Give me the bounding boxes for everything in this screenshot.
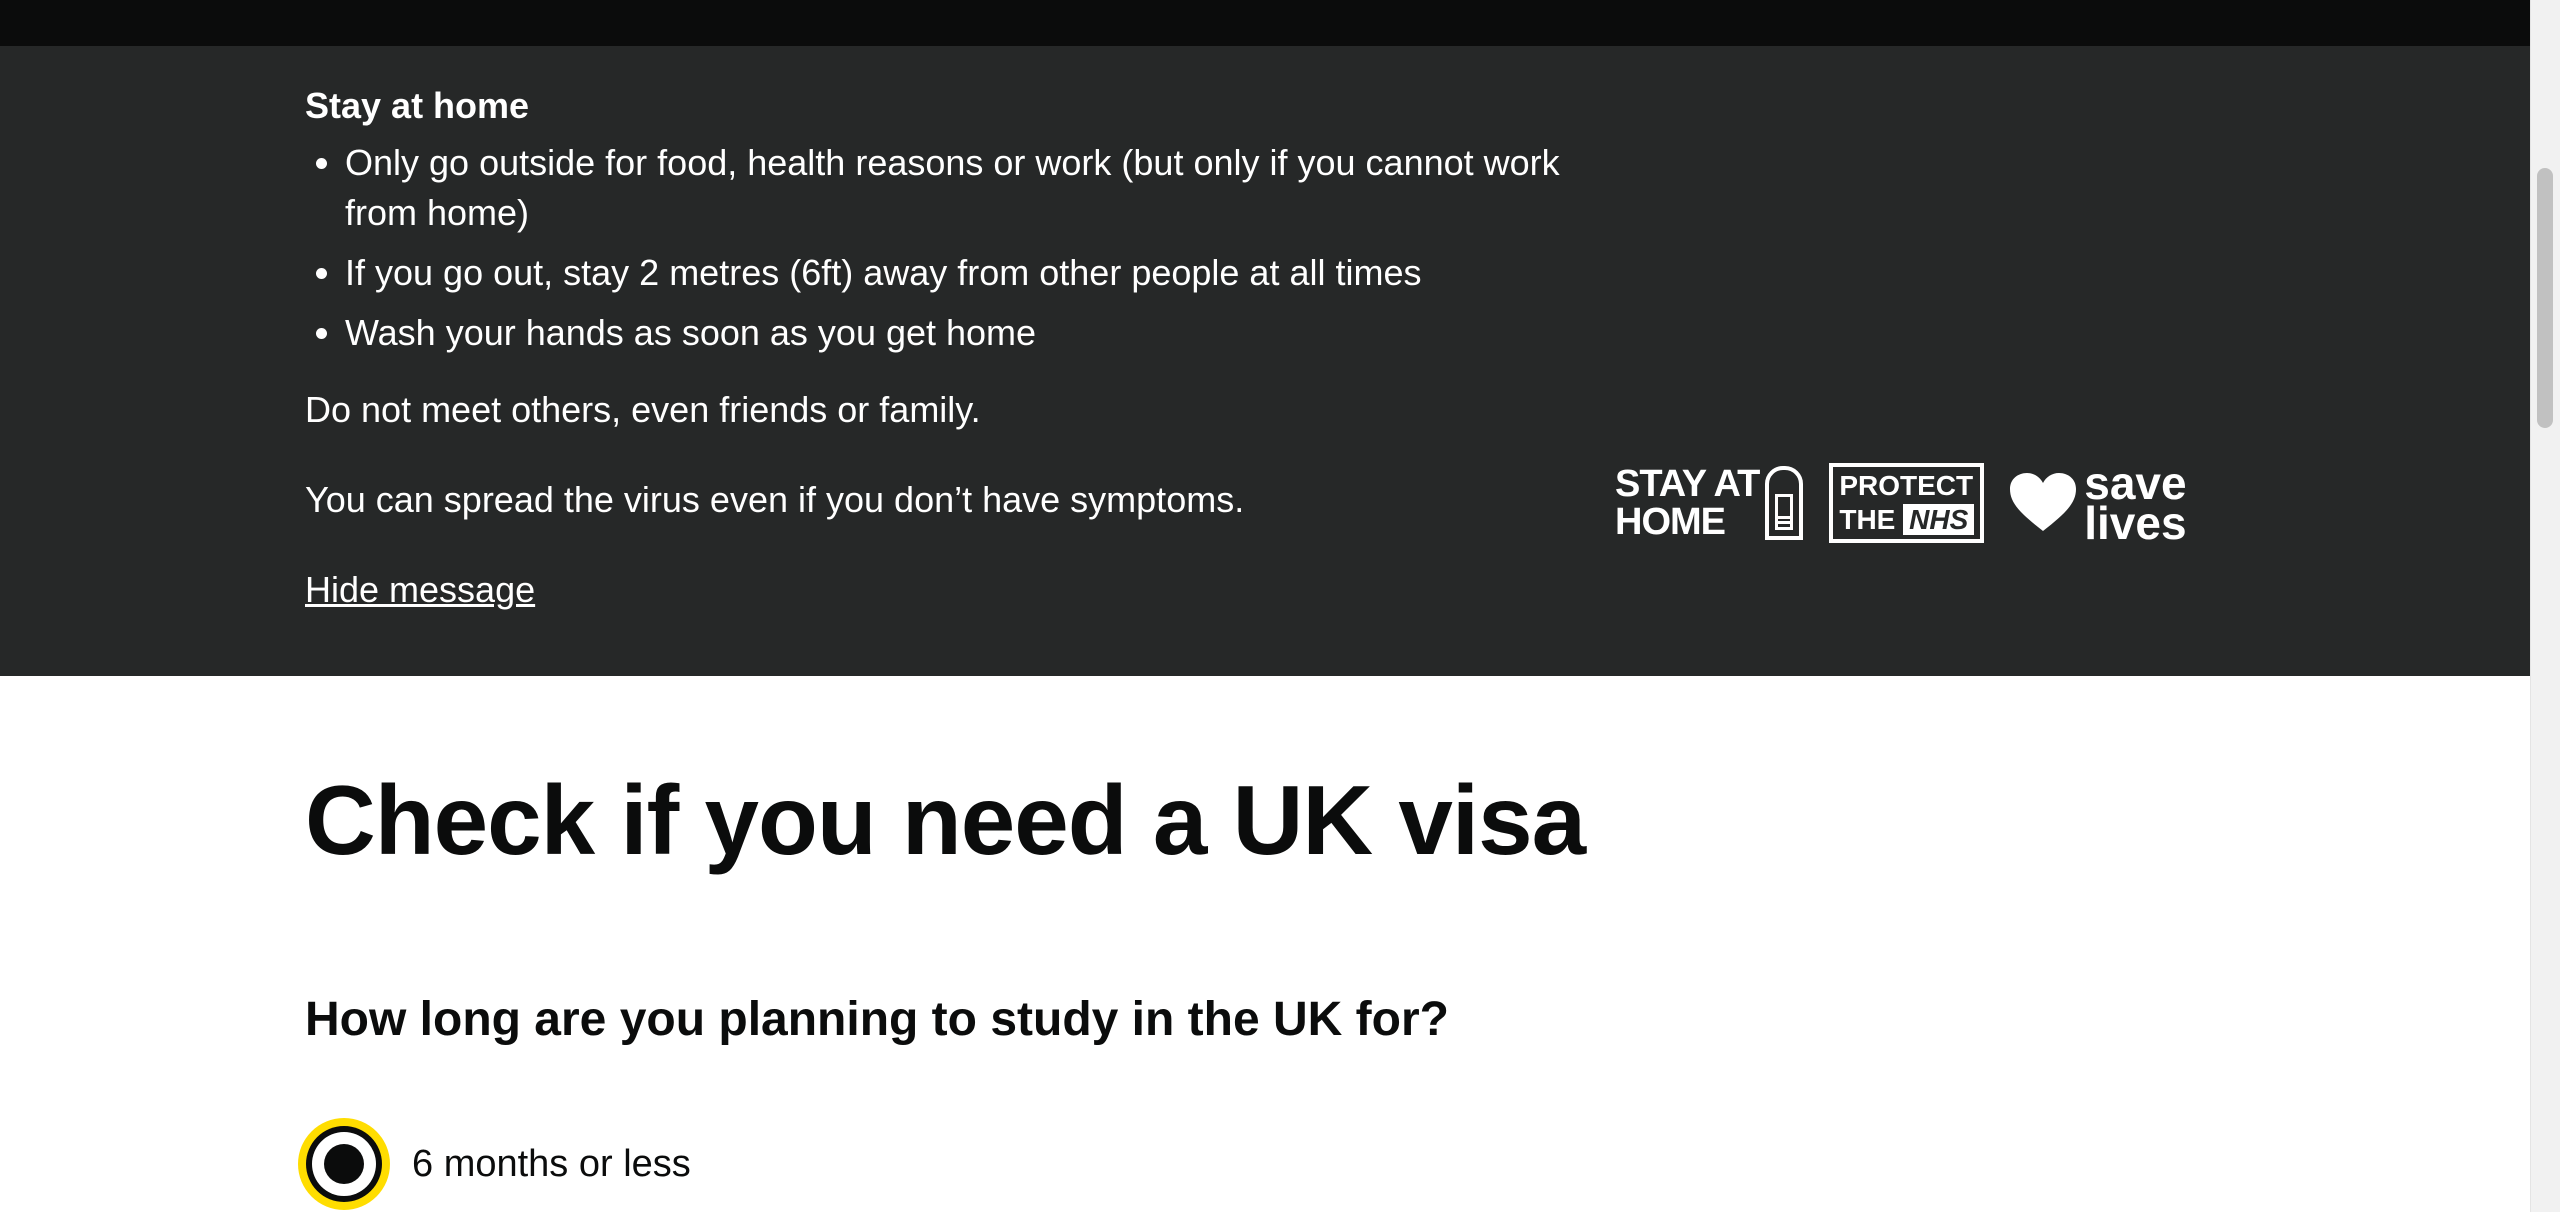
- scrollbar-thumb[interactable]: [2537, 168, 2553, 428]
- banner-list-item: Only go outside for food, health reasons…: [345, 138, 1605, 238]
- protect-line: PROTECT: [1839, 470, 1974, 501]
- stay-at-home-text: STAY AT HOME: [1615, 463, 1760, 543]
- the-nhs-line: THE NHS: [1839, 503, 1975, 537]
- banner-list: Only go outside for food, health reasons…: [305, 138, 1605, 358]
- banner-list-item: Wash your hands as soon as you get home: [345, 308, 1605, 358]
- radio-ring: [312, 1132, 376, 1196]
- nhs-text: NHS: [1903, 504, 1975, 535]
- door-icon: [1765, 466, 1804, 540]
- radio-selected-dot: [324, 1144, 364, 1184]
- heart-icon: [2010, 473, 2077, 533]
- lives-line: lives: [2084, 497, 2187, 549]
- stay-at-home-logo: STAY AT HOME: [1615, 463, 1804, 543]
- the-text: THE: [1839, 504, 1896, 535]
- banner-paragraph-2: You can spread the virus even if you don…: [305, 479, 1245, 520]
- banner-paragraph-1: Do not meet others, even friends or fami…: [305, 389, 981, 430]
- radio-option[interactable]: 6 months or less: [298, 1118, 691, 1210]
- coronavirus-banner: Stay at home Only go outside for food, h…: [0, 46, 2530, 676]
- save-lives-logo: save lives: [2010, 460, 2187, 549]
- page-title: Check if you need a UK visa: [305, 765, 1586, 875]
- radio-button[interactable]: [298, 1118, 390, 1210]
- radio-outline: [306, 1126, 382, 1202]
- top-bar: [0, 0, 2530, 46]
- save-lives-text: save lives: [2084, 460, 2187, 549]
- banner-list-item: If you go out, stay 2 metres (6ft) away …: [345, 248, 1605, 298]
- banner-content: Stay at home Only go outside for food, h…: [305, 84, 1605, 612]
- home-line: HOME: [1615, 501, 1726, 543]
- stay-at-line: STAY AT: [1615, 463, 1760, 505]
- radio-label[interactable]: 6 months or less: [412, 1141, 691, 1187]
- banner-title: Stay at home: [305, 85, 530, 126]
- question-heading: How long are you planning to study in th…: [305, 993, 1449, 1046]
- campaign-logo: STAY AT HOME PROTECT THE NHS save lives: [1615, 458, 2187, 548]
- hide-message-link[interactable]: Hide message: [305, 568, 535, 612]
- protect-the-nhs-logo: PROTECT THE NHS: [1829, 463, 1985, 543]
- scrollbar[interactable]: [2530, 0, 2560, 1212]
